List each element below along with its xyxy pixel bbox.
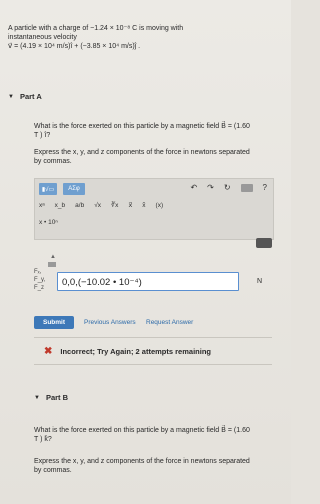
incorrect-x-icon: ✖ xyxy=(44,345,53,357)
previous-answers-link[interactable]: Previous Answers xyxy=(84,319,136,326)
part-b-question-line-1: What is the force exerted on this partic… xyxy=(34,427,250,434)
part-a-question-line-1: What is the force exerted on this partic… xyxy=(34,123,250,130)
vector-button[interactable]: x⃗ xyxy=(128,201,132,209)
reset-icon[interactable]: ↻ xyxy=(224,183,231,192)
part-a-instructions-line-1: Express the x, y, and z components of th… xyxy=(34,149,250,156)
part-b-instructions-line-2: by commas. xyxy=(34,467,72,474)
collapse-triangle-icon[interactable]: ▼ xyxy=(8,94,14,100)
request-answer-link[interactable]: Request Answer xyxy=(146,319,193,326)
feedback-text: Incorrect; Try Again; 2 attempts remaini… xyxy=(60,346,211,356)
part-b-header[interactable]: ▼ Part B xyxy=(34,393,68,402)
collapse-triangle-icon[interactable]: ▼ xyxy=(34,395,40,401)
part-b-question-line-2: T ) k̂? xyxy=(34,436,52,443)
keyboard-icon[interactable] xyxy=(240,183,253,192)
answer-label-fx: Fₓ, xyxy=(34,269,42,275)
undo-icon[interactable]: ↶ xyxy=(190,183,197,192)
answer-label-fy: F_y, xyxy=(34,277,46,283)
scientific-notation-button[interactable]: x • 10ⁿ xyxy=(39,219,58,226)
subscript-button[interactable]: x_b xyxy=(55,202,65,209)
problem-statement: A particle with a charge of −1.24 × 10⁻⁸… xyxy=(8,24,278,51)
redo-icon[interactable]: ↷ xyxy=(207,183,214,192)
unit-label: N xyxy=(257,278,263,285)
homework-page: A particle with a charge of −1.24 × 10⁻⁸… xyxy=(0,0,291,504)
problem-line-1: A particle with a charge of −1.24 × 10⁻⁸… xyxy=(8,25,184,32)
part-b-instructions: Express the x, y, and z components of th… xyxy=(34,457,282,475)
part-a-question-line-2: T ) î? xyxy=(34,132,51,139)
answer-input[interactable]: 0,0,(−10.02 • 10⁻⁴) xyxy=(57,272,239,291)
submit-button[interactable]: Submit xyxy=(34,316,74,329)
chevron-up-icon[interactable]: ▲ xyxy=(50,254,56,260)
part-a-title: Part A xyxy=(19,92,42,101)
answer-label-fz: F_z xyxy=(34,285,45,291)
cube-root-button[interactable]: ∛x xyxy=(111,201,118,209)
help-icon[interactable]: ? xyxy=(263,183,267,192)
part-a-question: What is the force exerted on this partic… xyxy=(34,122,282,140)
fraction-button[interactable]: a/b xyxy=(75,202,84,209)
part-a-instructions: Express the x, y, and z components of th… xyxy=(34,148,282,166)
part-b-title: Part B xyxy=(45,393,69,402)
superscript-button[interactable]: xᵃ xyxy=(39,202,45,209)
greek-symbols-button[interactable]: ΑΣφ xyxy=(63,183,85,195)
templates-button[interactable]: ▮√▭ xyxy=(39,183,57,195)
parentheses-button[interactable]: (x) xyxy=(156,202,164,209)
problem-line-2: instantaneous velocity xyxy=(8,34,77,41)
part-b-question: What is the force exerted on this partic… xyxy=(34,426,282,444)
part-a-instructions-line-2: by commas. xyxy=(34,158,72,165)
part-a-header[interactable]: ▼ Part A xyxy=(8,92,42,101)
problem-line-3: v⃗ = (4.19 × 10⁴ m/s)î + (−3.85 × 10⁴ m/… xyxy=(8,43,141,50)
sqrt-button[interactable]: √x xyxy=(94,202,101,209)
answer-labels: Fₓ, F_y, F_z xyxy=(34,268,45,292)
feedback-banner: ✖ Incorrect; Try Again; 2 attempts remai… xyxy=(34,337,272,365)
unit-vector-button[interactable]: x̂ xyxy=(142,202,145,209)
delete-icon[interactable] xyxy=(256,238,272,248)
part-b-instructions-line-1: Express the x, y, and z components of th… xyxy=(34,458,250,465)
collapse-keyboard-icon[interactable] xyxy=(48,262,56,267)
math-toolbar: ▮√▭ ΑΣφ ↶ ↷ ↻ ? xᵃ x_b a/b √x ∛x x⃗ x̂ (… xyxy=(34,178,274,240)
